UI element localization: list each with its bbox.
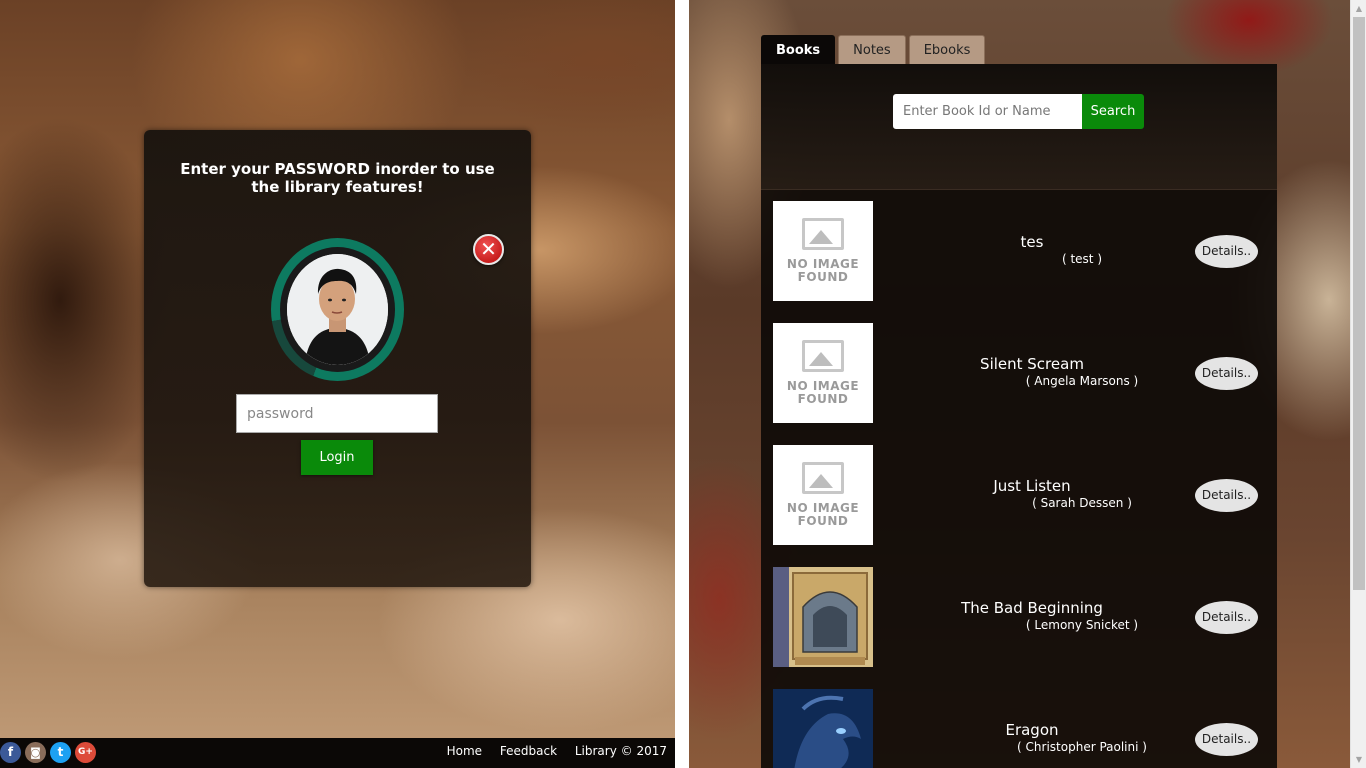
scroll-thumb[interactable] (1353, 17, 1365, 590)
footer-link-home[interactable]: Home (447, 744, 482, 758)
books-panel: Search NO IMAGE FOUND tes ( test ) Detai… (761, 64, 1277, 768)
login-card: Enter your PASSWORD inorder to use the l… (144, 130, 531, 587)
book-thumbnail: NO IMAGE FOUND (773, 201, 873, 301)
details-button[interactable]: Details.. (1195, 723, 1258, 756)
footer-links: Home Feedback Library © 2017 (433, 744, 667, 758)
no-image-text: NO IMAGE FOUND (786, 257, 860, 284)
book-row[interactable]: NO IMAGE FOUND tes ( test ) Details.. (773, 201, 1267, 301)
no-image-text: NO IMAGE FOUND (786, 501, 860, 528)
pane-divider (675, 0, 689, 768)
book-cover (773, 567, 873, 667)
book-title: Just Listen (993, 477, 1071, 495)
book-row[interactable]: The Bad Beginning ( Lemony Snicket ) Det… (773, 567, 1267, 667)
details-button[interactable]: Details.. (1195, 601, 1258, 634)
footer-link-feedback[interactable]: Feedback (500, 744, 557, 758)
tab-notes[interactable]: Notes (838, 35, 906, 64)
search-button[interactable]: Search (1082, 94, 1144, 129)
scroll-down-icon[interactable]: ▼ (1351, 751, 1366, 768)
library-pane: Books Notes Ebooks Search NO IMAGE FOUND… (689, 0, 1350, 768)
book-author: ( Sarah Dessen ) (1032, 496, 1132, 510)
book-row[interactable]: NO IMAGE FOUND Just Listen ( Sarah Desse… (773, 445, 1267, 545)
footer-copyright: Library © 2017 (574, 744, 667, 758)
google-plus-icon[interactable]: G+ (75, 742, 96, 763)
details-button[interactable]: Details.. (1195, 479, 1258, 512)
scroll-up-icon[interactable]: ▲ (1351, 0, 1366, 17)
book-cover-art (773, 689, 873, 768)
book-row[interactable]: NO IMAGE FOUND Silent Scream ( Angela Ma… (773, 323, 1267, 423)
tab-ebooks[interactable]: Ebooks (908, 35, 986, 64)
avatar (287, 254, 388, 365)
search-input[interactable] (893, 94, 1082, 129)
close-icon[interactable]: ✕ (473, 234, 504, 265)
book-author: ( Angela Marsons ) (1025, 374, 1139, 388)
details-button[interactable]: Details.. (1195, 235, 1258, 268)
login-button[interactable]: Login (301, 440, 373, 475)
avatar-ring (271, 238, 404, 381)
no-image-text: NO IMAGE FOUND (786, 379, 860, 406)
facebook-icon[interactable]: f (0, 742, 21, 763)
book-thumbnail: NO IMAGE FOUND (773, 445, 873, 545)
search-area: Search (761, 64, 1277, 190)
password-input[interactable] (236, 394, 438, 433)
tab-bar: Books Notes Ebooks (761, 35, 986, 64)
login-pane: Enter your PASSWORD inorder to use the l… (0, 0, 675, 768)
twitter-icon[interactable]: t (50, 742, 71, 763)
details-button[interactable]: Details.. (1195, 357, 1258, 390)
no-image-icon (802, 218, 844, 250)
book-thumbnail: NO IMAGE FOUND (773, 323, 873, 423)
tab-books[interactable]: Books (761, 35, 836, 64)
footer: f ◙ t G+ Home Feedback Library © 2017 (0, 738, 675, 768)
book-cover-art (773, 567, 873, 667)
no-image-icon (802, 462, 844, 494)
book-row[interactable]: Eragon ( Christopher Paolini ) Details.. (773, 689, 1267, 768)
book-title: Eragon (1005, 721, 1059, 739)
book-title: The Bad Beginning (961, 599, 1103, 617)
scrollbar[interactable]: ▲ ▼ (1350, 0, 1366, 768)
no-image-icon (802, 340, 844, 372)
book-title: Silent Scream (980, 355, 1084, 373)
book-title: tes (1020, 233, 1044, 251)
book-author: ( Christopher Paolini ) (1017, 740, 1147, 754)
instagram-icon[interactable]: ◙ (25, 742, 46, 763)
book-cover (773, 689, 873, 768)
login-heading: Enter your PASSWORD inorder to use the l… (180, 160, 495, 196)
book-author: ( Lemony Snicket ) (1025, 618, 1139, 632)
book-author: ( test ) (1061, 252, 1103, 266)
user-photo (287, 254, 388, 365)
